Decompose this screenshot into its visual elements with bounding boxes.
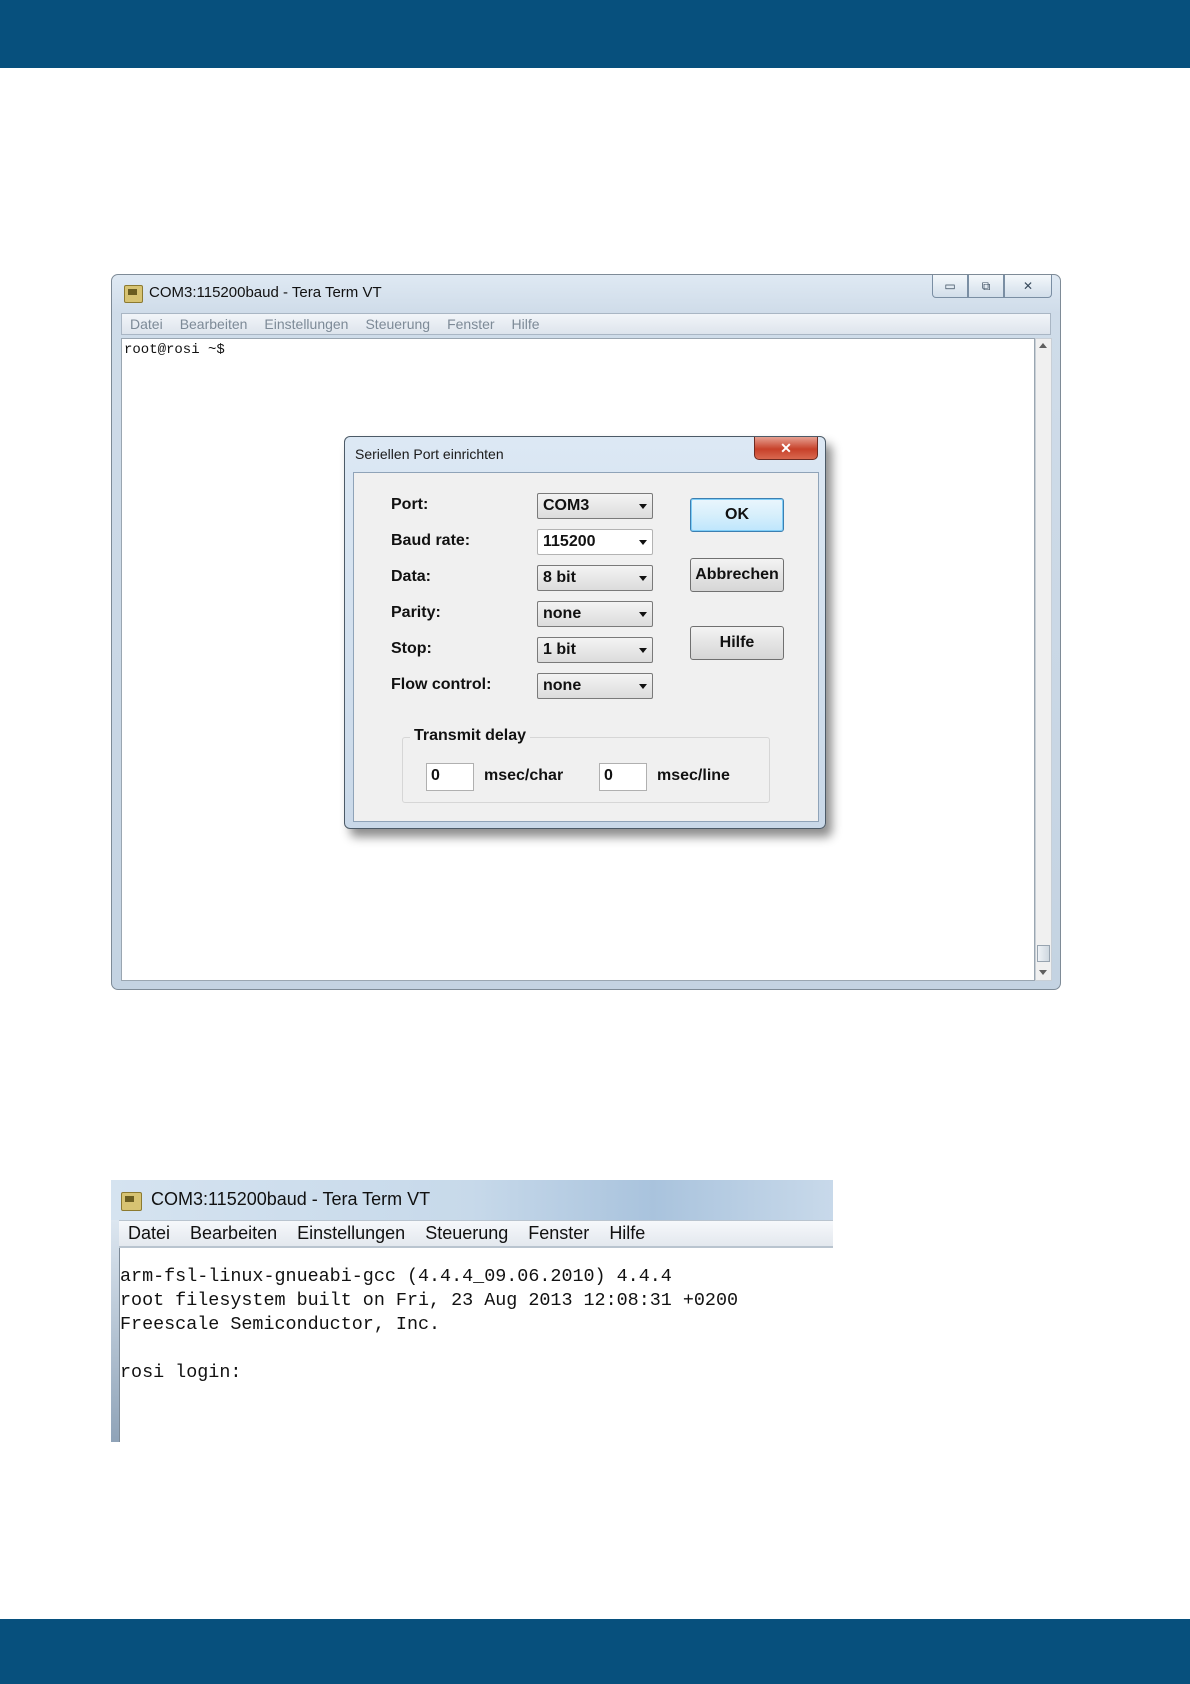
port-value: COM3 [543, 497, 590, 514]
stop-label: Stop: [391, 640, 432, 657]
close-icon: ✕ [780, 439, 792, 456]
terminal-line: root filesystem built on Fri, 23 Aug 201… [120, 1290, 739, 1311]
terminal-line: Freescale Semiconductor, Inc. [120, 1314, 441, 1335]
baud-rate-label: Baud rate: [391, 532, 471, 549]
window-title: COM3:115200baud - Tera Term VT [149, 284, 382, 301]
flow-control-value: none [543, 677, 582, 694]
terminal-area[interactable]: arm-fsl-linux-gnueabi-gcc (4.4.4_09.06.2… [119, 1248, 833, 1442]
baud-rate-combobox[interactable]: 115200 [537, 529, 653, 555]
dialog-body: Port: COM3 Baud rate: 115200 Data: 8 bit… [353, 472, 819, 822]
dialog-title: Seriellen Port einrichten [355, 446, 504, 462]
menu-steuerung[interactable]: Steuerung [365, 316, 430, 332]
teraterm-window-cropped: COM3:115200baud - Tera Term VT Datei Bea… [111, 1180, 833, 1442]
menu-bearbeiten[interactable]: Bearbeiten [180, 316, 248, 332]
transmit-delay-title: Transmit delay [410, 727, 531, 745]
menu-bearbeiten[interactable]: Bearbeiten [190, 1223, 277, 1244]
port-select[interactable]: COM3 [537, 493, 653, 519]
help-button[interactable]: Hilfe [690, 626, 784, 660]
parity-select[interactable]: none [537, 601, 653, 627]
menu-fenster[interactable]: Fenster [447, 316, 494, 332]
msec-line-input[interactable]: 0 [599, 763, 647, 791]
msec-char-value: 0 [431, 767, 440, 784]
parity-label: Parity: [391, 604, 441, 621]
chevron-down-icon [639, 612, 647, 617]
menubar: Datei Bearbeiten Einstellungen Steuerung… [119, 1220, 833, 1248]
scroll-down-icon[interactable] [1039, 970, 1047, 975]
window-titlebar[interactable]: COM3:115200baud - Tera Term VT ▭ ⧉ ✕ [112, 275, 1060, 313]
menubar: Datei Bearbeiten Einstellungen Steuerung… [121, 313, 1051, 335]
close-icon: ✕ [1022, 279, 1034, 293]
serial-port-dialog: Seriellen Port einrichten ✕ Port: COM3 B… [344, 436, 826, 829]
menu-datei[interactable]: Datei [128, 1223, 170, 1244]
window-title: COM3:115200baud - Tera Term VT [151, 1189, 431, 1209]
bottom-banner [0, 1619, 1190, 1684]
chevron-down-icon [639, 576, 647, 581]
msec-line-label: msec/line [657, 767, 730, 784]
data-label: Data: [391, 568, 432, 585]
ok-button[interactable]: OK [690, 498, 784, 532]
msec-char-input[interactable]: 0 [426, 763, 474, 791]
scroll-thumb[interactable] [1037, 945, 1050, 962]
msec-char-label: msec/char [484, 767, 564, 784]
minimize-icon: ▭ [944, 279, 956, 293]
teraterm-app-icon [121, 1192, 142, 1211]
terminal-line: arm-fsl-linux-gnueabi-gcc (4.4.4_09.06.2… [120, 1266, 672, 1287]
stop-select[interactable]: 1 bit [537, 637, 653, 663]
data-select[interactable]: 8 bit [537, 565, 653, 591]
chevron-down-icon [639, 504, 647, 509]
menu-hilfe[interactable]: Hilfe [609, 1223, 645, 1244]
restore-icon: ⧉ [981, 278, 991, 293]
minimize-button[interactable]: ▭ [932, 275, 968, 298]
flow-control-select[interactable]: none [537, 673, 653, 699]
dialog-close-button[interactable]: ✕ [754, 437, 818, 460]
terminal-login-prompt: rosi login: [120, 1362, 242, 1383]
window-frame-left [111, 1220, 119, 1442]
chevron-down-icon [639, 648, 647, 653]
scroll-up-icon[interactable] [1039, 343, 1047, 348]
chevron-down-icon [639, 540, 647, 545]
parity-value: none [543, 605, 582, 622]
top-banner [0, 0, 1190, 68]
menu-hilfe[interactable]: Hilfe [512, 316, 540, 332]
baud-rate-value: 115200 [543, 533, 596, 550]
terminal-prompt: root@rosi ~$ [124, 342, 225, 358]
vertical-scrollbar[interactable] [1035, 338, 1052, 981]
teraterm-app-icon [124, 285, 143, 303]
menu-einstellungen[interactable]: Einstellungen [297, 1223, 405, 1244]
menu-fenster[interactable]: Fenster [528, 1223, 589, 1244]
port-label: Port: [391, 496, 429, 513]
msec-line-value: 0 [604, 767, 613, 784]
caption-buttons: ▭ ⧉ ✕ [932, 275, 1052, 298]
maximize-button[interactable]: ⧉ [968, 275, 1004, 298]
menu-steuerung[interactable]: Steuerung [425, 1223, 508, 1244]
cancel-button[interactable]: Abbrechen [690, 558, 784, 592]
stop-value: 1 bit [543, 641, 576, 658]
menu-datei[interactable]: Datei [130, 316, 163, 332]
window-titlebar[interactable]: COM3:115200baud - Tera Term VT [111, 1180, 833, 1220]
chevron-down-icon [639, 684, 647, 689]
flow-control-label: Flow control: [391, 676, 492, 693]
data-value: 8 bit [543, 569, 576, 586]
close-button[interactable]: ✕ [1004, 275, 1052, 298]
menu-einstellungen[interactable]: Einstellungen [264, 316, 348, 332]
